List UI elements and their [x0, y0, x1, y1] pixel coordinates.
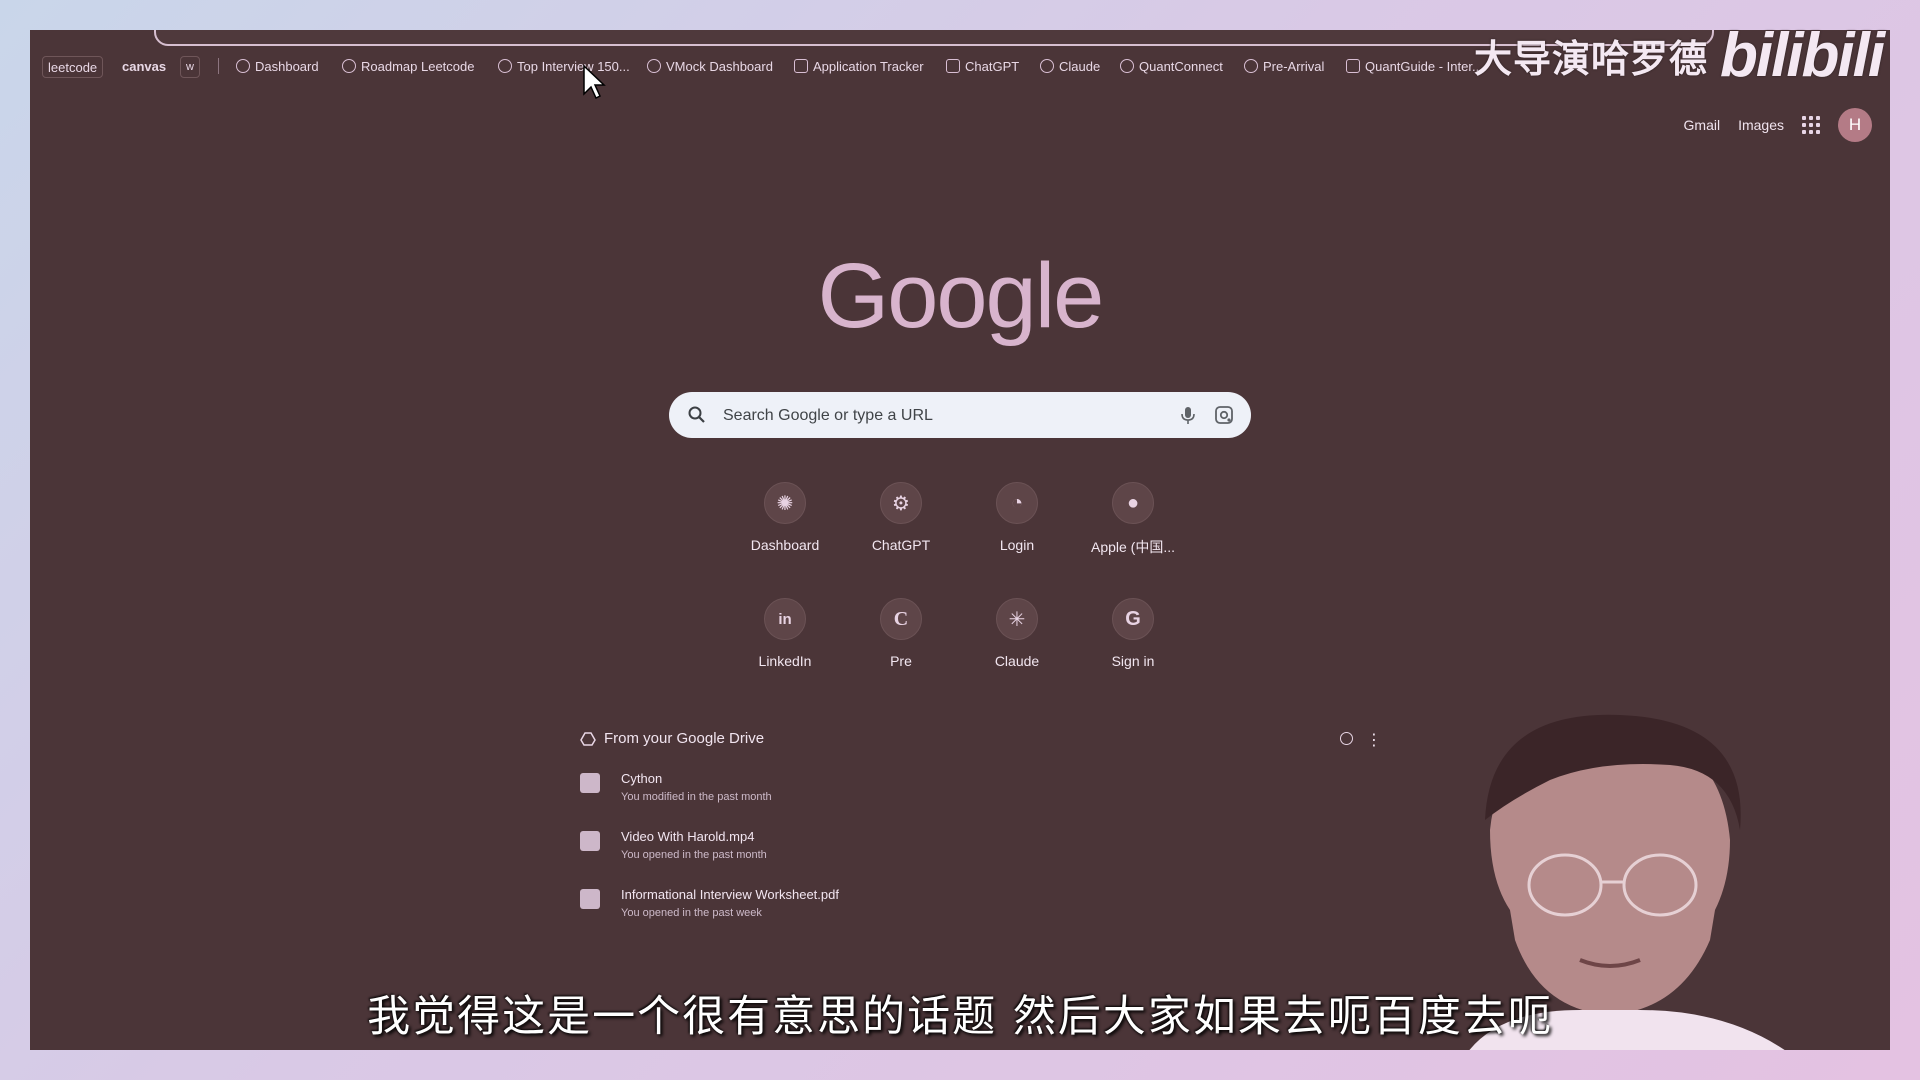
google-logo: Google — [817, 245, 1105, 347]
bookmark-label: QuantConnect — [1139, 58, 1223, 74]
shortcut-login[interactable]: ◔ Login — [959, 482, 1075, 553]
bilibili-logo: bilibili — [1720, 21, 1885, 90]
vmock-icon — [647, 59, 661, 73]
claude-icon — [1040, 59, 1054, 73]
drive-item[interactable]: Video With Harold.mp4 You opened in the … — [580, 829, 980, 873]
doc-icon — [580, 773, 600, 793]
search-box[interactable] — [669, 392, 1251, 440]
drive-item[interactable]: Cython You modified in the past month — [580, 771, 980, 815]
bookmark-label: Top Interview 150... — [517, 58, 630, 74]
shortcut-pre[interactable]: C Pre — [843, 598, 959, 669]
bookmark-separator — [218, 58, 219, 74]
bookmark-quantguide[interactable]: QuantGuide - Inter... — [1346, 56, 1483, 76]
google-lens-icon[interactable] — [1213, 404, 1235, 426]
drive-item-name: Informational Interview Worksheet.pdf — [621, 887, 839, 902]
search-input[interactable] — [721, 392, 1165, 440]
dashboard-icon — [236, 59, 250, 73]
bookmark-label: Claude — [1059, 58, 1101, 74]
shortcut-label: ChatGPT — [871, 537, 931, 553]
apps-grid-icon[interactable] — [1802, 116, 1820, 134]
shortcut-sign-in[interactable]: G Sign in — [1075, 598, 1191, 669]
avatar[interactable]: H — [1838, 108, 1872, 142]
shortcut-chatgpt[interactable]: ⚙ ChatGPT — [843, 482, 959, 553]
shortcut-claude[interactable]: ✳ Claude — [959, 598, 1075, 669]
search-icon — [688, 406, 705, 423]
bookmark-label: ChatGPT — [965, 58, 1020, 74]
bookmark-vmock-dashboard[interactable]: VMock Dashboard — [647, 56, 773, 76]
drive-item-name: Cython — [621, 771, 663, 786]
shortcut-linkedin[interactable]: in LinkedIn — [727, 598, 843, 669]
linkedin-icon: in — [764, 598, 806, 640]
bookmark-pre-arrival[interactable]: Pre-Arrival — [1244, 56, 1324, 76]
drive-item-name: Video With Harold.mp4 — [621, 829, 755, 844]
shortcut-label: Apple (中国... — [1090, 539, 1176, 555]
tracker-icon — [794, 59, 808, 73]
bookmark-top-interview[interactable]: Top Interview 150... — [498, 56, 630, 76]
bookmark-label: VMock Dashboard — [666, 58, 773, 74]
quantconnect-icon — [1120, 59, 1134, 73]
bookmark-claude[interactable]: Claude — [1040, 56, 1100, 76]
gmail-link[interactable]: Gmail — [1684, 117, 1721, 133]
bookmark-label: QuantGuide - Inter... — [1365, 58, 1483, 74]
login-icon: ◔ — [996, 482, 1038, 524]
bookmark-label: Dashboard — [255, 58, 319, 74]
microphone-icon[interactable] — [1177, 404, 1199, 426]
google-g-icon: G — [1112, 598, 1154, 640]
dashboard-icon: ✺ — [764, 482, 806, 524]
mouse-cursor-icon — [583, 64, 606, 100]
chatgpt-icon — [946, 59, 960, 73]
images-link[interactable]: Images — [1738, 117, 1784, 133]
bookmark-w[interactable]: w — [180, 56, 200, 78]
bookmark-quantconnect[interactable]: QuantConnect — [1120, 56, 1223, 76]
claude-icon: ✳ — [996, 598, 1038, 640]
drive-item-subtitle: You opened in the past week — [621, 907, 762, 919]
info-icon[interactable] — [1340, 732, 1353, 745]
header-links: Gmail Images H — [1684, 108, 1872, 142]
channel-watermark: 大导演哈罗德 — [1474, 39, 1709, 81]
more-options-icon[interactable]: ⋮ — [1366, 730, 1382, 750]
bookmark-label: canvas — [122, 58, 167, 74]
drive-item-subtitle: You opened in the past month — [621, 849, 767, 861]
shortcut-apple[interactable]: ● Apple (中国... — [1075, 482, 1191, 557]
globe-icon — [1244, 59, 1258, 73]
bookmark-label: Pre-Arrival — [1263, 58, 1325, 74]
shortcut-label: Login — [999, 537, 1035, 553]
browser-window: leetcode canvas w Dashboard Roadmap Leet… — [30, 30, 1890, 1050]
quantguide-icon — [1346, 59, 1360, 73]
rocket-icon — [342, 59, 356, 73]
bookmark-dashboard[interactable]: Dashboard — [236, 56, 319, 76]
drive-header: From your Google Drive — [580, 730, 764, 747]
bookmark-label: w — [186, 61, 194, 73]
pdf-icon — [580, 889, 600, 909]
apple-icon: ● — [1112, 482, 1154, 524]
bookmark-roadmap-leetcode[interactable]: Roadmap Leetcode — [342, 56, 474, 76]
bookmark-chatgpt[interactable]: ChatGPT — [946, 56, 1019, 76]
video-icon — [580, 831, 600, 851]
bookmark-canvas[interactable]: canvas — [118, 56, 170, 76]
drive-item-subtitle: You modified in the past month — [621, 791, 772, 803]
bookmark-label: leetcode — [48, 59, 98, 75]
drive-item[interactable]: Informational Interview Worksheet.pdf Yo… — [580, 887, 980, 931]
bookmark-application-tracker[interactable]: Application Tracker — [794, 56, 924, 76]
video-subtitle: 我觉得这是一个很有意思的话题 然后大家如果去呃百度去呃 — [367, 992, 1553, 1042]
bookmark-label: Application Tracker — [813, 58, 924, 74]
shortcut-label: Dashboard — [750, 537, 820, 553]
drive-title: From your Google Drive — [604, 730, 765, 747]
shortcut-label: Claude — [994, 653, 1040, 669]
shortcut-label: Sign in — [1111, 653, 1155, 669]
bookmark-label: Roadmap Leetcode — [361, 58, 475, 74]
bookmark-leetcode[interactable]: leetcode — [42, 56, 104, 78]
leetcode-icon — [498, 59, 512, 73]
chatgpt-icon: ⚙ — [880, 482, 922, 524]
shortcut-dashboard[interactable]: ✺ Dashboard — [727, 482, 843, 553]
shortcut-label: LinkedIn — [758, 653, 812, 669]
pre-icon: C — [880, 598, 922, 640]
shortcut-label: Pre — [890, 653, 912, 669]
google-drive-icon — [580, 731, 596, 746]
